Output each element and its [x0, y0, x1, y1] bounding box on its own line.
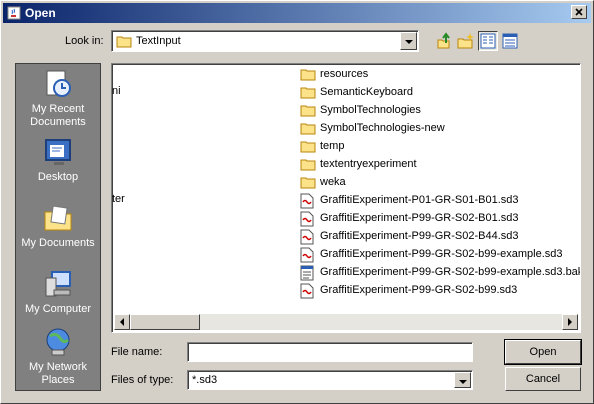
place-my-network-places[interactable]: My Network Places: [16, 326, 100, 387]
filetype-value: *.sd3: [192, 374, 218, 386]
file-name: GraffitiExperiment-P01-GR-S01-B01.sd3: [320, 194, 519, 206]
java-cup-icon: [7, 6, 21, 20]
file-name: weka: [320, 176, 346, 188]
open-button[interactable]: Open: [504, 339, 582, 365]
file-name: SymbolTechnologies-new: [320, 122, 445, 134]
filename-input[interactable]: [187, 342, 473, 362]
folder-icon: [116, 36, 132, 48]
recent-documents-icon: [46, 70, 71, 97]
sd3-file-icon: [300, 193, 314, 209]
clipped-column-text: ter: [112, 193, 125, 205]
sd3-file-icon: [300, 247, 314, 263]
filetype-combo[interactable]: *.sd3: [187, 370, 473, 390]
folder-icon: [300, 123, 316, 135]
scroll-right-button[interactable]: [562, 314, 578, 330]
lookin-label: Look in:: [65, 35, 104, 47]
file-name: temp: [320, 140, 345, 152]
file-name: SymbolTechnologies: [320, 104, 421, 116]
arrow-left-icon: [120, 318, 124, 326]
desktop-icon: [45, 139, 71, 165]
place-my-documents[interactable]: My Documents: [16, 202, 100, 250]
sd3-file-icon: [300, 229, 314, 245]
folder-icon: [300, 87, 316, 99]
lookin-dropdown-button[interactable]: [400, 32, 417, 50]
file-name: GraffitiExperiment-P99-GR-S02-B01.sd3: [320, 212, 519, 224]
chevron-down-icon: [459, 380, 467, 384]
my-computer-icon: [45, 271, 71, 297]
folder-icon: [300, 69, 316, 81]
my-documents-icon: [44, 205, 72, 231]
file-name: GraffitiExperiment-P99-GR-S02-b99-exampl…: [320, 266, 581, 278]
network-places-icon: [46, 328, 70, 356]
filetype-label: Files of type:: [111, 374, 174, 386]
file-name: resources: [320, 68, 369, 80]
chevron-down-icon: [405, 40, 413, 44]
sd3-file-icon: [300, 211, 314, 227]
open-dialog: Open Look in: TextInput My Recent Docume…: [0, 0, 594, 404]
folder-icon: [300, 141, 316, 153]
up-one-level-icon[interactable]: [435, 32, 453, 50]
title-bar[interactable]: Open: [3, 3, 591, 23]
scroll-left-button[interactable]: [114, 314, 130, 330]
close-icon: [575, 8, 583, 16]
file-name: GraffitiExperiment-P99-GR-S02-b99-exampl…: [320, 248, 563, 260]
folder-icon: [300, 105, 316, 117]
new-folder-icon[interactable]: [457, 32, 475, 50]
place-desktop[interactable]: Desktop: [16, 136, 100, 184]
close-button[interactable]: [571, 5, 587, 19]
file-name: SemanticKeyboard: [320, 86, 413, 98]
file-name: GraffitiExperiment-P99-GR-S02-b99.sd3: [320, 284, 518, 296]
arrow-right-icon: [568, 318, 572, 326]
list-view-icon: [480, 33, 496, 49]
places-bar: My Recent Documents Desktop My Documents: [15, 63, 101, 391]
bak-file-icon: [300, 265, 314, 281]
place-my-recent-documents[interactable]: My Recent Documents: [16, 68, 100, 129]
folder-icon: [300, 177, 316, 189]
filename-label: File name:: [111, 346, 163, 358]
dialog-title: Open: [25, 6, 56, 20]
cancel-button[interactable]: Cancel: [505, 367, 581, 391]
horizontal-scrollbar[interactable]: [114, 314, 578, 330]
folder-icon: [300, 159, 316, 171]
lookin-value: TextInput: [136, 35, 181, 47]
details-view-icon[interactable]: [501, 32, 519, 50]
clipped-column-text: ni: [112, 85, 121, 97]
lookin-combo[interactable]: TextInput: [111, 30, 419, 52]
sd3-file-icon: [300, 283, 314, 299]
file-name: GraffitiExperiment-P99-GR-S02-B44.sd3: [320, 230, 519, 242]
scroll-thumb[interactable]: [130, 314, 200, 330]
file-list[interactable]: ni ter resources SemanticKeyboard SymbolTe…: [111, 63, 581, 333]
filetype-dropdown-button[interactable]: [454, 372, 471, 388]
list-view-button[interactable]: [478, 31, 498, 51]
place-my-computer[interactable]: My Computer: [16, 268, 100, 316]
file-name: textentryexperiment: [320, 158, 417, 170]
